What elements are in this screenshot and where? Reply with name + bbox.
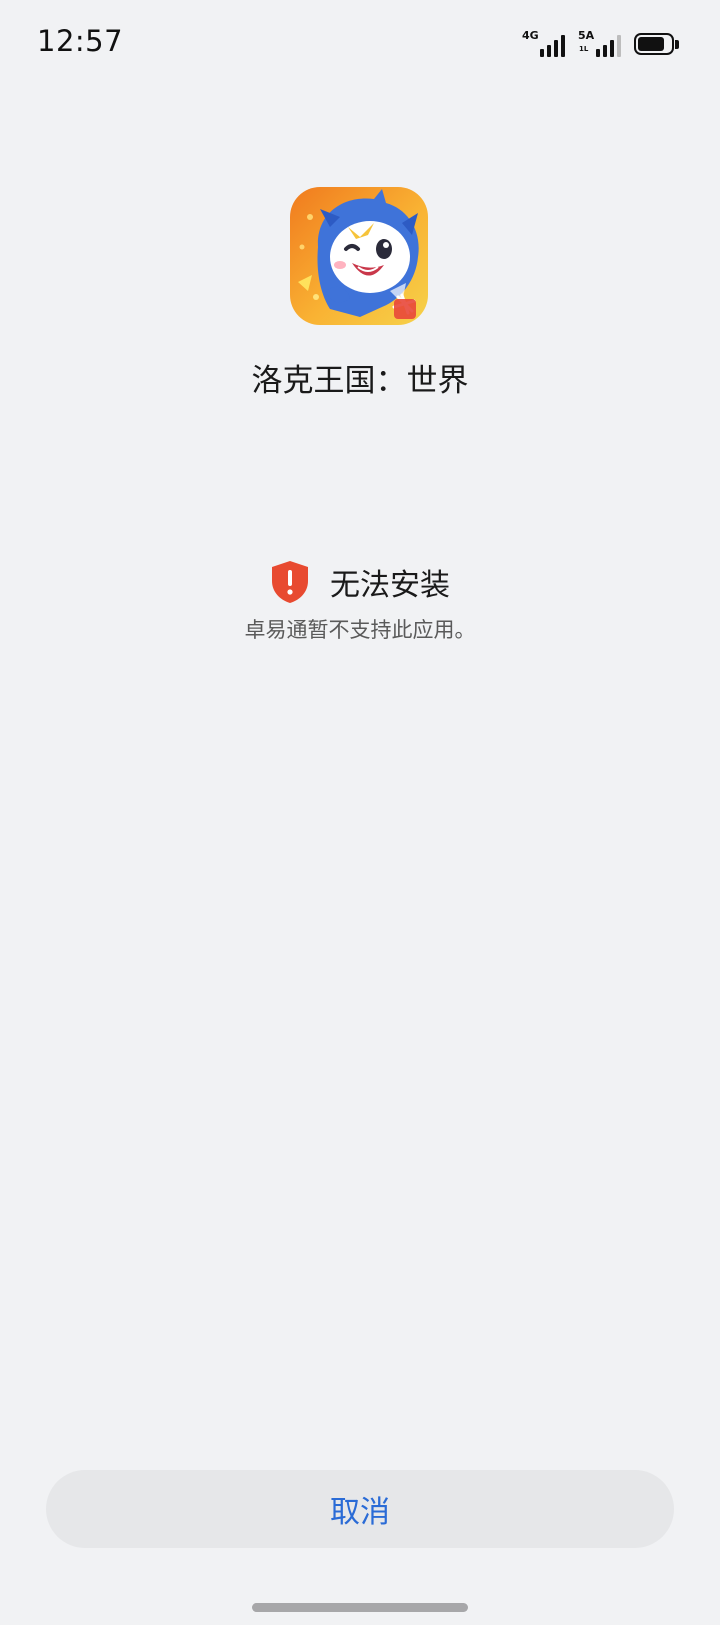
app-name: 洛克王国：世界 xyxy=(251,363,469,399)
status-icons: 4G 5A 1L xyxy=(522,28,682,60)
app-icon xyxy=(290,187,428,325)
battery-fill xyxy=(638,37,664,51)
shield-warning-icon xyxy=(272,561,308,603)
status-time: 12:57 xyxy=(37,24,124,58)
error-title: 无法安装 xyxy=(330,568,450,603)
sim2-sub-label: 1L xyxy=(579,45,589,53)
signal-4g-icon: 4G xyxy=(522,29,568,59)
sim2-label: 5A xyxy=(578,29,595,42)
cancel-button[interactable]: 取消 xyxy=(46,1470,674,1548)
battery-icon xyxy=(634,29,682,59)
error-description: 卓易通暂不支持此应用。 xyxy=(244,618,476,642)
install-error-row: 无法安装 xyxy=(0,560,720,604)
sim1-label: 4G xyxy=(522,29,539,42)
status-bar: 12:57 4G 5A 1L xyxy=(0,0,720,88)
signal-5g-icon: 5A 1L xyxy=(578,29,624,59)
home-indicator[interactable] xyxy=(252,1603,468,1612)
